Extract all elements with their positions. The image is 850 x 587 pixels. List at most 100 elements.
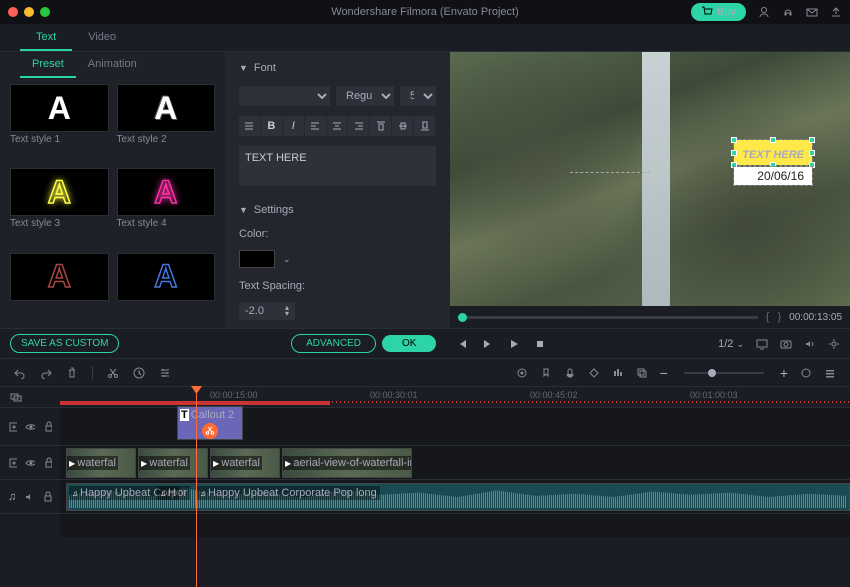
video-clip[interactable]: ▶ waterfal [210, 448, 280, 478]
undo-button[interactable] [14, 367, 26, 379]
export-icon[interactable] [830, 6, 842, 18]
resize-handle[interactable] [809, 150, 815, 156]
adjust-icon[interactable] [159, 367, 171, 379]
preview-scrubber[interactable] [458, 316, 758, 319]
font-section-header[interactable]: ▼Font [239, 60, 436, 76]
record-icon[interactable] [516, 367, 528, 379]
timeline-ruler[interactable]: 00:00:15:00 00:00:30:01 00:00:45:02 00:0… [0, 387, 850, 407]
volume-icon[interactable] [804, 338, 816, 350]
delete-button[interactable] [66, 367, 78, 379]
chevron-down-icon[interactable]: ⌄ [283, 254, 291, 265]
resize-handle[interactable] [770, 137, 776, 143]
speed-button[interactable] [133, 367, 145, 379]
overlay-date[interactable]: 20/06/16 [734, 167, 812, 185]
mute-icon[interactable] [24, 491, 34, 503]
settings-section-header[interactable]: ▼Settings [239, 202, 436, 218]
video-clip[interactable]: ▶ waterfal [138, 448, 208, 478]
italic-button[interactable]: I [283, 116, 305, 136]
lock-icon[interactable] [43, 421, 52, 433]
text-style-3[interactable]: AText style 3 [10, 168, 109, 248]
video-clip[interactable]: ▶ aerial-view-of-waterfall-in-f [282, 448, 412, 478]
resize-handle[interactable] [731, 137, 737, 143]
keyframe-icon[interactable] [588, 367, 600, 379]
font-size-select[interactable]: 56 [400, 86, 436, 106]
mixer-icon[interactable] [612, 367, 624, 379]
audio-clip[interactable]: ♫ Happy Upbeat Corpor ♫ H ♫ Happy Upbeat… [66, 483, 850, 511]
snapshot-icon[interactable] [780, 338, 792, 350]
align-left-button[interactable] [305, 116, 327, 136]
line-height-button[interactable] [239, 116, 261, 136]
buy-button[interactable]: Buy [691, 3, 746, 21]
stop-button[interactable] [534, 338, 546, 350]
add-track-icon[interactable] [8, 457, 17, 469]
caret-down-icon: ▼ [239, 63, 248, 73]
advanced-button[interactable]: ADVANCED [291, 334, 376, 353]
marker-icon[interactable] [540, 367, 552, 379]
valign-middle-button[interactable] [392, 116, 414, 136]
eye-icon[interactable] [25, 421, 34, 433]
voiceover-icon[interactable] [564, 367, 576, 379]
zoom-slider[interactable] [684, 372, 764, 374]
overlay-title[interactable]: TEXT HERE [734, 140, 812, 165]
zoom-in-button[interactable]: + [780, 365, 788, 381]
text-style-2[interactable]: AText style 2 [117, 84, 216, 164]
scissor-icon[interactable] [202, 423, 218, 439]
maximize-window-button[interactable] [40, 7, 50, 17]
text-overlay[interactable]: TEXT HERE 20/06/16 [734, 140, 812, 185]
mail-icon[interactable] [806, 6, 818, 18]
font-weight-select[interactable]: Regular [336, 86, 394, 106]
playhead[interactable] [196, 387, 197, 587]
text-style-4[interactable]: AText style 4 [117, 168, 216, 248]
add-track-icon[interactable] [8, 421, 17, 433]
minimize-window-button[interactable] [24, 7, 34, 17]
app-title: Wondershare Filmora (Envato Project) [331, 6, 518, 18]
eye-icon[interactable] [25, 457, 34, 469]
preview-viewport[interactable]: TEXT HERE 20/06/16 [450, 52, 850, 306]
text-properties-panel: ▼Font Regular 56 B I TEXT HERE ▼Settings… [225, 52, 450, 328]
lock-icon[interactable] [42, 491, 52, 503]
video-clip[interactable]: ▶ waterfal [66, 448, 136, 478]
zoom-out-button[interactable]: − [660, 365, 668, 381]
text-style-1[interactable]: AText style 1 [10, 84, 109, 164]
fit-button[interactable] [800, 367, 812, 379]
tab-video[interactable]: Video [72, 24, 132, 51]
account-icon[interactable] [758, 6, 770, 18]
zoom-ratio[interactable]: 1/2 ⌄ [718, 338, 744, 350]
play-button[interactable] [508, 338, 520, 350]
overlay-icon[interactable] [636, 367, 648, 379]
link-icon[interactable] [10, 391, 22, 403]
cut-button[interactable] [107, 367, 119, 379]
close-window-button[interactable] [8, 7, 18, 17]
text-clip[interactable]: TCallout 2 [177, 406, 243, 440]
display-icon[interactable] [756, 338, 768, 350]
valign-top-button[interactable] [370, 116, 392, 136]
color-picker[interactable] [239, 250, 275, 268]
lock-icon[interactable] [43, 457, 52, 469]
text-style-6[interactable]: A [117, 253, 216, 322]
align-center-button[interactable] [327, 116, 349, 136]
subtab-animation[interactable]: Animation [76, 52, 149, 78]
headset-icon[interactable] [782, 6, 794, 18]
align-right-button[interactable] [348, 116, 370, 136]
mark-in-button[interactable]: { [766, 311, 770, 323]
text-content-input[interactable]: TEXT HERE [239, 146, 436, 186]
tab-text[interactable]: Text [20, 24, 72, 51]
save-as-custom-button[interactable]: SAVE AS CUSTOM [10, 334, 119, 353]
ok-button[interactable]: OK [382, 335, 436, 352]
text-spacing-input[interactable]: -2.0▴▾ [239, 302, 295, 320]
mark-out-button[interactable]: } [777, 311, 781, 323]
valign-bottom-button[interactable] [414, 116, 436, 136]
prev-frame-button[interactable] [456, 338, 468, 350]
subtab-preset[interactable]: Preset [20, 52, 76, 78]
titlebar: Wondershare Filmora (Envato Project) Buy [0, 0, 850, 24]
font-family-select[interactable] [239, 86, 330, 106]
next-frame-button[interactable] [482, 338, 494, 350]
format-toolbar: B I [239, 116, 436, 136]
track-options-icon[interactable] [824, 367, 836, 379]
bold-button[interactable]: B [261, 116, 283, 136]
text-style-5[interactable]: A [10, 253, 109, 322]
resize-handle[interactable] [731, 150, 737, 156]
resize-handle[interactable] [809, 137, 815, 143]
settings-icon[interactable] [828, 338, 840, 350]
redo-button[interactable] [40, 367, 52, 379]
